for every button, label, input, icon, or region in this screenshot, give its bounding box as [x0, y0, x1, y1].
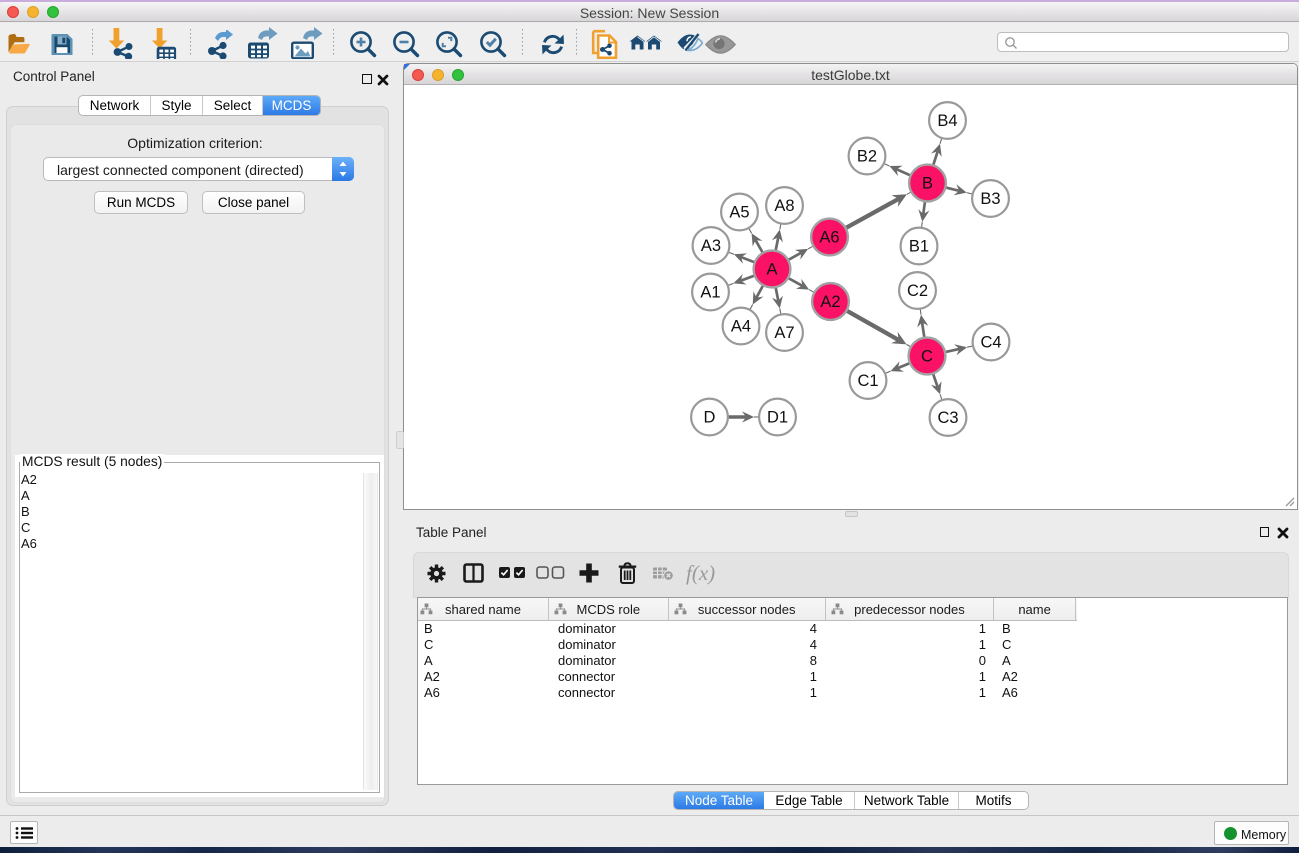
svg-text:C: C: [921, 348, 933, 366]
svg-text:B3: B3: [980, 190, 1000, 208]
svg-text:B4: B4: [937, 112, 957, 130]
svg-text:A5: A5: [729, 204, 749, 222]
svg-text:A2: A2: [820, 293, 840, 311]
svg-text:A: A: [766, 261, 777, 279]
svg-text:A4: A4: [730, 318, 750, 336]
svg-text:C3: C3: [937, 409, 958, 427]
svg-text:C1: C1: [857, 372, 878, 390]
svg-text:C2: C2: [906, 282, 927, 300]
svg-text:A7: A7: [774, 324, 794, 342]
svg-text:A8: A8: [774, 197, 794, 215]
svg-text:A3: A3: [700, 237, 720, 255]
svg-text:B1: B1: [908, 238, 928, 256]
svg-text:D: D: [703, 409, 715, 427]
svg-text:C4: C4: [980, 334, 1001, 352]
svg-text:B2: B2: [856, 148, 876, 166]
svg-text:D1: D1: [766, 409, 787, 427]
svg-text:A6: A6: [819, 229, 839, 247]
svg-text:A1: A1: [700, 284, 720, 302]
svg-text:B: B: [921, 175, 932, 193]
